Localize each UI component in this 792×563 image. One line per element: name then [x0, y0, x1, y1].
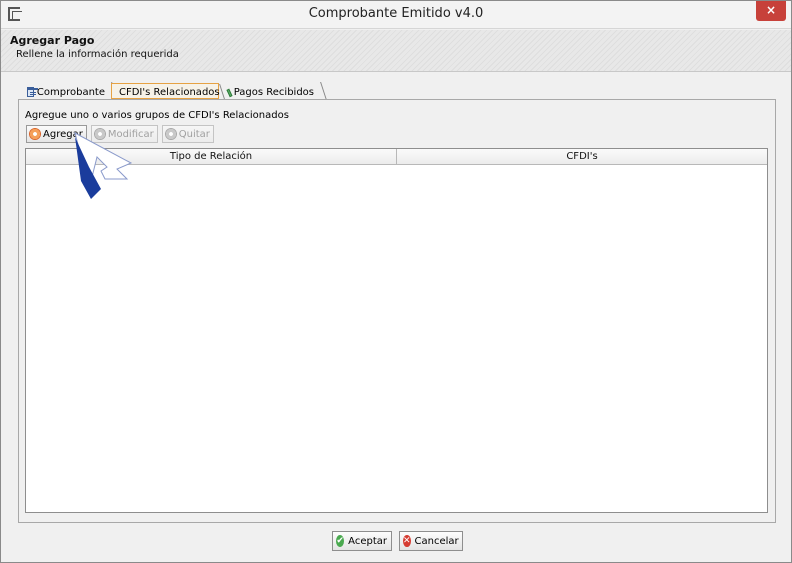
cancel-button-label: Cancelar	[414, 535, 459, 547]
column-header-cfdis[interactable]: CFDI's	[397, 149, 767, 164]
related-cfdi-table[interactable]: Tipo de Relación CFDI's	[25, 148, 768, 513]
window-icon	[27, 87, 38, 97]
header-band: Agregar Pago Rellene la información requ…	[1, 30, 791, 72]
add-icon	[29, 128, 41, 140]
edit-button[interactable]: Modificar	[90, 125, 158, 143]
tab-panel: Agregue uno o varios grupos de CFDI's Re…	[18, 99, 776, 523]
tab-label: CFDI's Relacionados	[119, 86, 220, 98]
remove-icon	[164, 128, 177, 140]
edit-icon	[93, 128, 106, 140]
tab-cfdi-relacionados[interactable]: CFDI's Relacionados	[111, 83, 226, 102]
add-button[interactable]: Agregar	[26, 125, 87, 143]
toolbar: Agregar Modificar Quitar	[26, 125, 214, 143]
window-title: Comprobante Emitido v4.0	[308, 6, 484, 21]
table-header: Tipo de Relación CFDI's	[26, 149, 767, 165]
remove-button-label: Quitar	[178, 128, 210, 140]
header-title: Agregar Pago	[10, 34, 95, 47]
footer-buttons: ✔ Aceptar ✕ Cancelar	[1, 531, 791, 551]
cancel-button[interactable]: ✕ Cancelar	[399, 531, 463, 551]
money-icon	[226, 88, 233, 98]
edit-button-label: Modificar	[107, 128, 154, 140]
check-icon: ✔	[336, 535, 345, 547]
instructions-text: Agregue uno o varios grupos de CFDI's Re…	[25, 110, 289, 121]
tab-pagos-recibidos[interactable]: Pagos Recibidos	[224, 82, 327, 100]
tab-label: Comprobante	[36, 86, 105, 98]
add-button-label: Agregar	[43, 128, 83, 140]
cancel-icon: ✕	[403, 535, 411, 547]
accept-button-label: Aceptar	[348, 535, 387, 547]
tab-label: Pagos Recibidos	[233, 86, 314, 98]
dialog-window: Comprobante Emitido v4.0 × Agregar Pago …	[0, 0, 792, 563]
accept-button[interactable]: ✔ Aceptar	[332, 531, 392, 551]
column-header-tipo-relacion[interactable]: Tipo de Relación	[26, 149, 397, 164]
title-bar[interactable]: Comprobante Emitido v4.0 ×	[1, 1, 791, 29]
close-button[interactable]: ×	[756, 1, 786, 21]
remove-button[interactable]: Quitar	[161, 125, 214, 143]
header-subtitle: Rellene la información requerida	[16, 49, 179, 60]
tab-comprobante[interactable]: Comprobante	[23, 82, 118, 100]
